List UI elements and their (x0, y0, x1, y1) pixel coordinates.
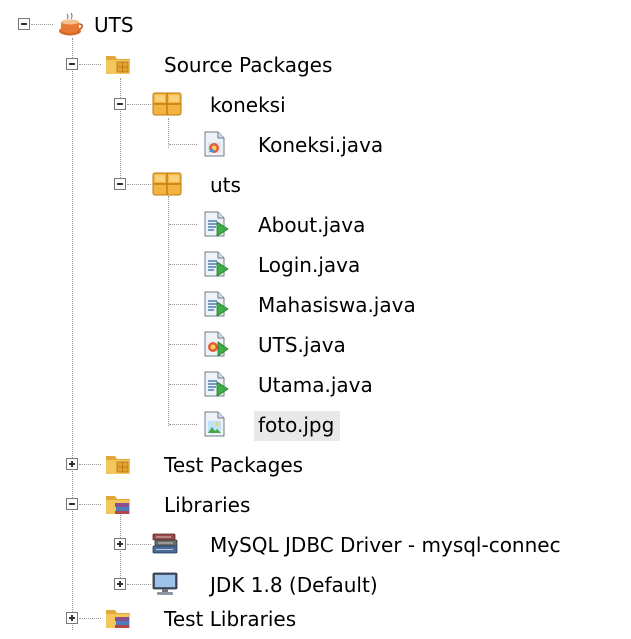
tree-row-package-uts[interactable]: uts (0, 166, 631, 204)
tree-row-file-utama[interactable]: Utama.java (0, 366, 631, 404)
jdk-monitor-icon (150, 570, 178, 595)
file-about-label: About.java (258, 213, 366, 237)
tree-connector (79, 504, 101, 505)
tree-row-file-login[interactable]: Login.java (0, 246, 631, 284)
collapse-toggle[interactable] (114, 178, 126, 190)
libraries-label: Libraries (164, 493, 251, 517)
source-packages-label: Source Packages (164, 53, 333, 77)
java-form-file-icon (200, 370, 229, 397)
file-utama-label: Utama.java (258, 373, 373, 397)
tree-connector (169, 144, 197, 145)
file-mahasiswa-label: Mahasiswa.java (258, 293, 416, 317)
tree-connector (127, 584, 151, 585)
java-form-file-icon (200, 210, 229, 237)
tree-row-file-uts[interactable]: UTS.java (0, 326, 631, 364)
file-uts-label: UTS.java (258, 333, 346, 357)
java-main-class-icon (200, 130, 225, 157)
expand-toggle[interactable] (66, 458, 78, 470)
package-folder-icon (104, 450, 130, 474)
java-main-class-icon (200, 330, 229, 357)
project-name: UTS (94, 13, 134, 37)
tree-row-file-about[interactable]: About.java (0, 206, 631, 244)
java-form-file-icon (200, 250, 229, 277)
coffee-cup-icon (58, 12, 83, 36)
tree-connector (127, 184, 151, 185)
tree-connector (79, 464, 101, 465)
tree-connector (169, 264, 197, 265)
tree-connector (31, 24, 53, 25)
tree-connector (169, 384, 197, 385)
tree-row-lib-mysql[interactable]: MySQL JDBC Driver - mysql-connec (0, 526, 631, 564)
tree-connector (127, 104, 151, 105)
tree-connector (79, 618, 101, 619)
file-login-label: Login.java (258, 253, 361, 277)
file-koneksi-label: Koneksi.java (258, 133, 384, 157)
expand-toggle[interactable] (114, 538, 126, 550)
collapse-toggle[interactable] (114, 98, 126, 110)
expand-toggle[interactable] (114, 578, 126, 590)
tree-row-file-foto[interactable]: foto.jpg (0, 406, 631, 444)
tree-connector (169, 224, 197, 225)
library-folder-icon (104, 490, 130, 514)
package-uts-label: uts (210, 173, 241, 197)
java-form-file-icon (200, 290, 229, 317)
tree-row-source-packages[interactable]: Source Packages (0, 46, 631, 84)
test-libraries-label: Test Libraries (164, 607, 297, 631)
tree-connector (169, 304, 197, 305)
collapse-toggle[interactable] (66, 498, 78, 510)
tree-connector (79, 64, 101, 65)
library-folder-icon (104, 604, 130, 628)
expand-toggle[interactable] (66, 612, 78, 624)
lib-jdk-label: JDK 1.8 (Default) (210, 573, 378, 597)
tree-row-lib-jdk[interactable]: JDK 1.8 (Default) (0, 566, 631, 604)
tree-row-package-koneksi[interactable]: koneksi (0, 86, 631, 124)
tree-connector (169, 424, 197, 425)
tree-row-test-libraries[interactable]: Test Libraries (0, 600, 631, 638)
tree-row-file-mahasiswa[interactable]: Mahasiswa.java (0, 286, 631, 324)
collapse-toggle[interactable] (66, 58, 78, 70)
package-folder-icon (104, 50, 130, 74)
library-books-icon (150, 530, 178, 554)
java-package-icon (152, 90, 182, 116)
lib-mysql-label: MySQL JDBC Driver - mysql-connec (210, 533, 561, 557)
collapse-toggle[interactable] (18, 18, 30, 30)
image-file-icon (200, 410, 225, 437)
project-tree: UTS Source Packages koneksi Koneksi.java… (0, 0, 631, 639)
tree-row-file-koneksi[interactable]: Koneksi.java (0, 126, 631, 164)
file-foto-label: foto.jpg (254, 411, 341, 441)
tree-row-libraries[interactable]: Libraries (0, 486, 631, 524)
tree-connector (127, 544, 151, 545)
java-package-icon (152, 170, 182, 196)
package-koneksi-label: koneksi (210, 93, 286, 117)
tree-row-test-packages[interactable]: Test Packages (0, 446, 631, 484)
tree-row-project[interactable]: UTS (0, 6, 631, 44)
test-packages-label: Test Packages (164, 453, 304, 477)
tree-connector (169, 344, 197, 345)
